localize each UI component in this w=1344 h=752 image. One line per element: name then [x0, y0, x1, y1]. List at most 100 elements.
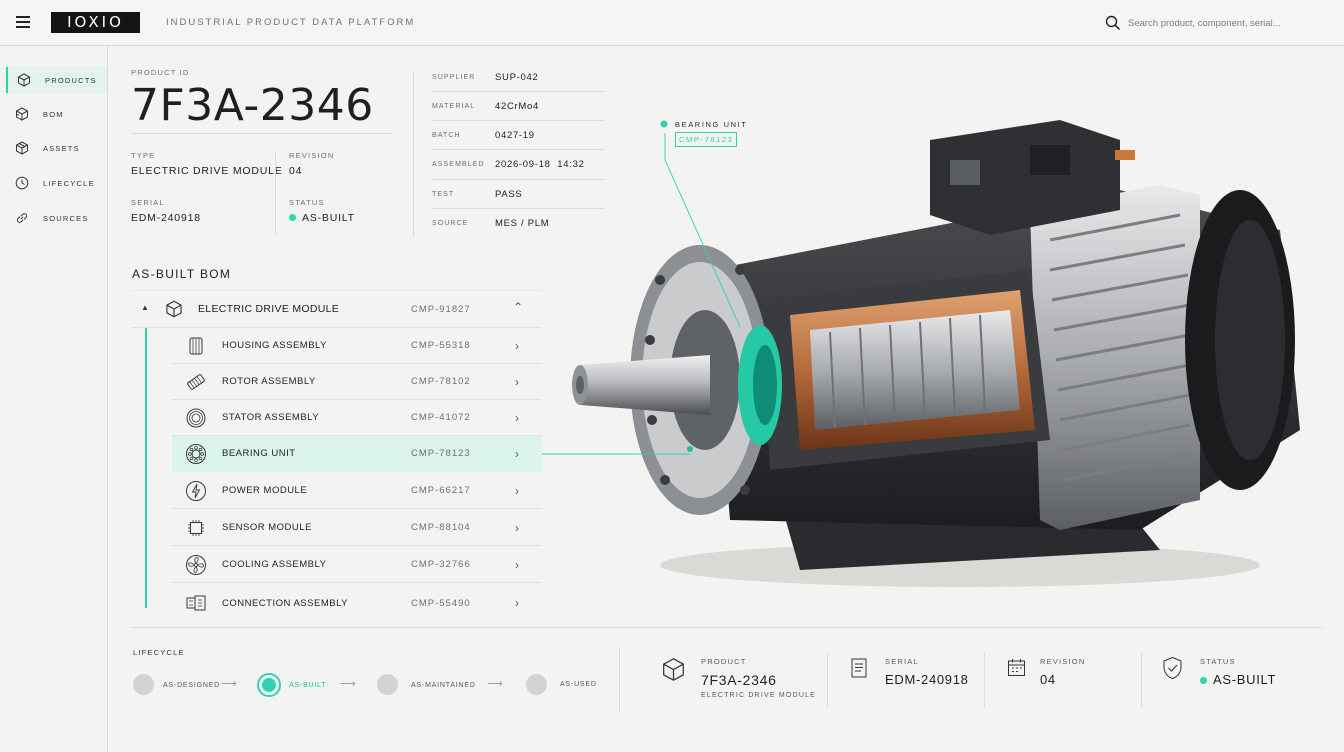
chevron-right-icon: ›	[515, 338, 519, 353]
bom-item-name: HOUSING ASSEMBLY	[222, 340, 327, 351]
stage-label: AS-USED	[560, 681, 597, 688]
bom-item-code: CMP-55318	[411, 340, 471, 351]
stage-label: AS-DESIGNED	[163, 682, 221, 689]
bom-item-rotor[interactable]: ROTOR ASSEMBLY CMP-78102 ›	[172, 364, 542, 400]
serial-value: EDM-240918	[131, 212, 201, 224]
bom-item-name: ROTOR ASSEMBLY	[222, 376, 316, 387]
summary-product-value: 7F3A-2346	[701, 672, 777, 688]
detail-label: TEST	[432, 191, 455, 198]
divider	[619, 648, 620, 713]
search-icon[interactable]	[1105, 15, 1121, 31]
summary-product-label: PRODUCT	[701, 657, 747, 666]
detail-value: SUP-042	[495, 72, 539, 83]
chevron-right-icon: ›	[515, 557, 519, 572]
logo[interactable]: IOXIO	[51, 12, 140, 33]
bom-item-code: CMP-55490	[411, 597, 471, 609]
divider	[413, 72, 414, 237]
platform-title: INDUSTRIAL PRODUCT DATA PLATFORM	[166, 17, 416, 28]
detail-label: ASSEMBLED	[432, 161, 485, 168]
bom-item-name: COOLING ASSEMBLY	[222, 559, 327, 570]
sidebar-item-products[interactable]: PRODUCTS	[6, 67, 107, 93]
bom-title: AS-BUILT BOM	[132, 267, 232, 281]
callout-code: CMP-78123	[675, 132, 738, 147]
arrow-right-icon: ⟶	[221, 678, 237, 690]
sidebar-item-sources[interactable]: SOURCES	[6, 205, 107, 231]
detail-value: 0427-19	[495, 130, 535, 141]
sidebar-item-label: PRODUCTS	[45, 75, 97, 85]
summary-status-badge: AS-BUILT	[1200, 672, 1276, 687]
bom-item-cooling[interactable]: COOLING ASSEMBLY CMP-32766 ›	[172, 547, 542, 583]
sidebar-item-assets[interactable]: ASSETS	[6, 135, 107, 161]
divider	[131, 627, 1322, 628]
stage-dot-as-used[interactable]	[526, 674, 547, 695]
detail-value: PASS	[495, 189, 523, 200]
bom-item-bearing[interactable]: BEARING UNIT CMP-78123 ›	[172, 436, 542, 472]
arrow-right-icon: ⟶	[487, 678, 503, 690]
bom-root-code: CMP-91827	[411, 304, 471, 315]
cube-icon	[18, 73, 30, 87]
stage-dot-as-built[interactable]	[257, 673, 281, 697]
sidebar: PRODUCTS BOM ASSETS LIFECYCLE SOURCES	[0, 46, 108, 752]
collapse-triangle-icon[interactable]: ▲	[141, 303, 149, 312]
lifecycle-title: LIFECYCLE	[133, 648, 185, 657]
bom-root-row[interactable]: ▲ ELECTRIC DRIVE MODULE CMP-91827 ⌃	[131, 290, 542, 328]
revision-value: 04	[289, 165, 303, 177]
bom-item-power[interactable]: POWER MODULE CMP-66217 ›	[172, 473, 542, 509]
product-id-label: PRODUCT ID	[131, 68, 190, 77]
connector-icon	[186, 595, 206, 611]
sidebar-item-lifecycle[interactable]: LIFECYCLE	[6, 170, 107, 196]
revision-label: REVISION	[289, 151, 335, 160]
bom-item-code: CMP-32766	[411, 559, 471, 570]
divider	[1141, 653, 1142, 708]
divider	[827, 653, 828, 708]
chevron-right-icon: ›	[515, 520, 519, 535]
bom-item-code: CMP-78123	[411, 448, 471, 459]
stage-label: AS-BUILT	[289, 682, 327, 689]
chevron-right-icon: ›	[515, 446, 519, 461]
bom-item-connection[interactable]: CONNECTION ASSEMBLY CMP-55490 ›	[172, 585, 542, 621]
chevron-right-icon: ›	[515, 596, 519, 610]
bom-item-sensor[interactable]: SENSOR MODULE CMP-88104 ›	[172, 510, 542, 546]
status-badge: AS-BUILT	[289, 212, 355, 224]
box-icon	[16, 141, 28, 155]
summary-revision-value: 04	[1040, 672, 1056, 687]
document-icon	[851, 658, 867, 678]
arrow-right-icon: ⟶	[340, 678, 356, 690]
search-input[interactable]	[1128, 12, 1328, 34]
callout-lines	[542, 120, 740, 455]
summary-revision-label: REVISION	[1040, 657, 1086, 666]
summary-product-sub: ELECTRIC DRIVE MODULE	[701, 692, 817, 699]
bom-item-housing[interactable]: HOUSING ASSEMBLY CMP-55318 ›	[172, 328, 542, 364]
sidebar-item-label: BOM	[43, 109, 64, 119]
detail-row: SUPPLIER SUP-042	[432, 63, 605, 92]
chevron-right-icon: ›	[515, 483, 519, 498]
cube-icon	[663, 658, 684, 681]
detail-label: SOURCE	[432, 220, 469, 227]
status-value: AS-BUILT	[302, 212, 355, 224]
detail-label: SUPPLIER	[432, 74, 476, 81]
summary-serial-value: EDM-240918	[885, 672, 969, 687]
sidebar-item-label: SOURCES	[43, 213, 89, 223]
menu-icon[interactable]	[16, 16, 30, 28]
sidebar-item-bom[interactable]: BOM	[6, 101, 107, 127]
stator-icon	[186, 408, 206, 427]
divider	[275, 151, 276, 235]
status-dot	[289, 214, 296, 221]
sensor-icon	[188, 519, 204, 536]
chevron-up-icon[interactable]: ⌃	[513, 300, 523, 314]
clock-icon	[15, 176, 29, 190]
shield-check-icon	[1163, 656, 1182, 680]
type-value: ELECTRIC DRIVE MODULE	[131, 165, 283, 177]
status-label: STATUS	[289, 198, 325, 207]
stage-dot-as-maintained[interactable]	[377, 674, 398, 695]
detail-value: 42CrMo4	[495, 101, 539, 112]
tree-line	[145, 328, 147, 608]
chevron-right-icon: ›	[515, 410, 519, 425]
bom-item-stator[interactable]: STATOR ASSEMBLY CMP-41072 ›	[172, 400, 542, 436]
bom-item-code: CMP-88104	[411, 522, 471, 533]
callout-title: BEARING UNIT	[675, 120, 748, 129]
stage-dot-as-designed[interactable]	[133, 674, 154, 695]
type-label: TYPE	[131, 151, 156, 160]
bom-item-name: BEARING UNIT	[222, 448, 296, 459]
page-title: 7F3A-2346	[131, 80, 374, 131]
